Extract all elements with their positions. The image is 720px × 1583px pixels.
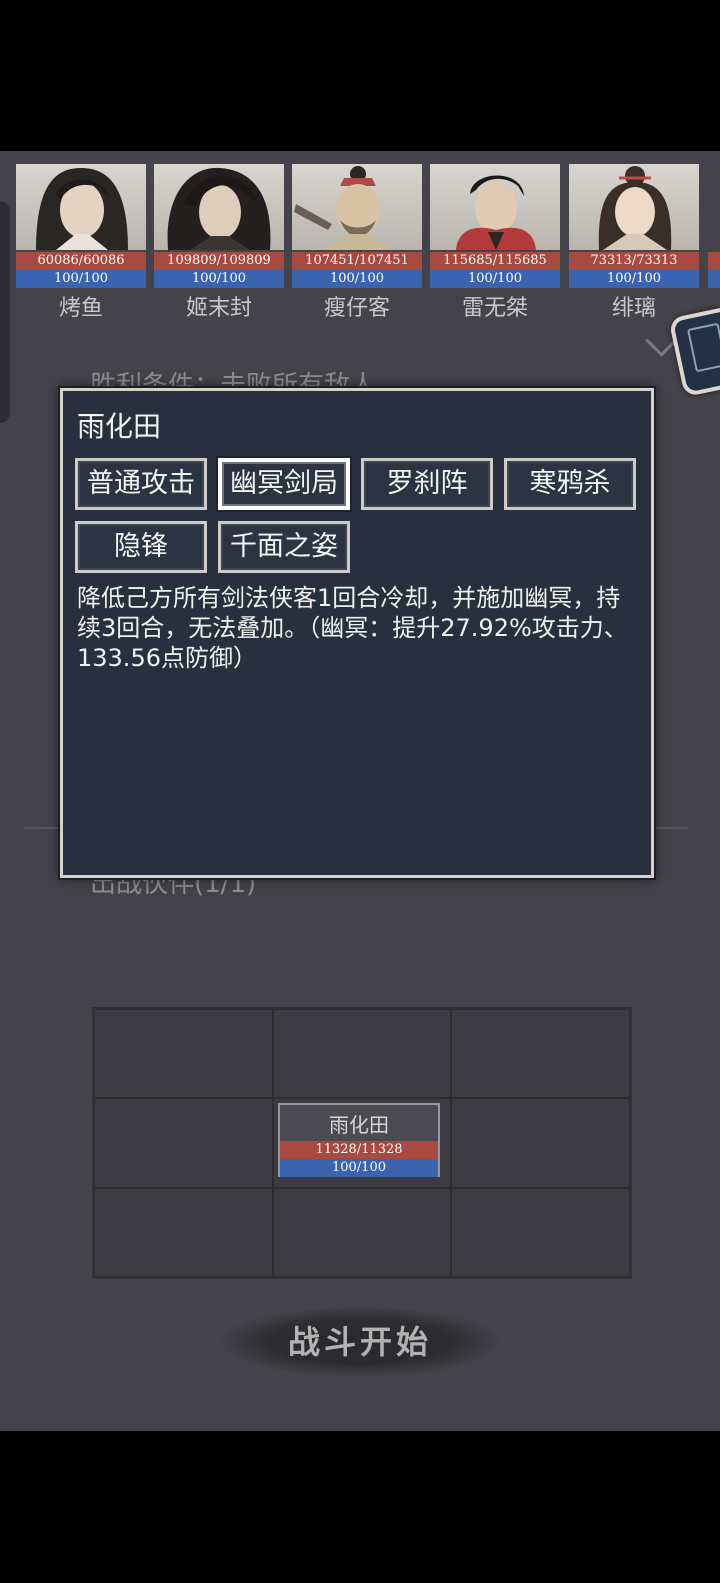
enemy-portrait bbox=[430, 164, 560, 250]
enemy-hp-bar: 73313/73313 bbox=[569, 252, 699, 270]
enemy-name: 雷无桀 bbox=[461, 296, 528, 321]
enemy-mp-bar: 100/100 bbox=[292, 270, 422, 288]
battle-setup-screen: 60086/60086 100/100 烤鱼 109809/109809 100… bbox=[0, 151, 720, 1431]
enemy-portrait bbox=[16, 164, 146, 250]
formation-slot[interactable] bbox=[94, 1009, 273, 1099]
enemy-card[interactable]: 107451/107451 100/100 瘦仔客 bbox=[292, 164, 422, 324]
skill-button-selected[interactable]: 幽冥剑局 bbox=[218, 458, 350, 510]
start-battle-button[interactable]: 战斗开始 bbox=[220, 1307, 500, 1377]
formation-slot[interactable] bbox=[94, 1098, 273, 1188]
formation-slot[interactable] bbox=[451, 1098, 630, 1188]
skill-button[interactable]: 罗刹阵 bbox=[361, 458, 493, 510]
enemy-card[interactable]: 109809/109809 100/100 姬末封 bbox=[154, 164, 284, 324]
enemy-portrait bbox=[292, 164, 422, 250]
enemy-hp-bar: 107451/107451 bbox=[292, 252, 422, 270]
enemy-portrait bbox=[154, 164, 284, 250]
side-drawer-handle[interactable] bbox=[0, 201, 10, 423]
formation-slot[interactable] bbox=[94, 1187, 273, 1277]
enemy-card-partial bbox=[708, 252, 720, 288]
enemy-name: 姬末封 bbox=[185, 296, 252, 321]
skill-popup: 雨化田 普通攻击 幽冥剑局 罗刹阵 寒鸦杀 隐锋 千面之姿 降低己方所有剑法侠客… bbox=[60, 388, 654, 878]
popup-title: 雨化田 bbox=[77, 410, 162, 443]
enemy-mp-bar: 100/100 bbox=[16, 270, 146, 288]
enemy-hp-bar: 115685/115685 bbox=[430, 252, 560, 270]
enemy-mp-bar: 100/100 bbox=[154, 270, 284, 288]
enemy-name: 瘦仔客 bbox=[323, 296, 390, 321]
enemy-portrait bbox=[569, 164, 699, 250]
skill-button[interactable]: 隐锋 bbox=[75, 521, 207, 573]
ally-hp-bar: 11328/11328 bbox=[280, 1141, 438, 1159]
skill-description: 降低己方所有剑法侠客1回合冷却，并施加幽冥，持续3回合，无法叠加。（幽冥：提升2… bbox=[77, 584, 628, 672]
book-icon[interactable] bbox=[668, 304, 720, 398]
formation-slot[interactable] bbox=[451, 1187, 630, 1277]
enemy-card[interactable]: 115685/115685 100/100 雷无桀 bbox=[430, 164, 560, 324]
ally-name: 雨化田 bbox=[329, 1113, 389, 1137]
enemy-hp-bar: 60086/60086 bbox=[16, 252, 146, 270]
skill-button[interactable]: 千面之姿 bbox=[218, 521, 350, 573]
enemy-card[interactable]: 60086/60086 100/100 烤鱼 bbox=[16, 164, 146, 324]
ally-card[interactable]: 雨化田 11328/11328 100/100 bbox=[278, 1103, 440, 1177]
enemy-name: 烤鱼 bbox=[58, 296, 103, 321]
enemy-hp-bar: 109809/109809 bbox=[154, 252, 284, 270]
formation-slot[interactable] bbox=[272, 1187, 452, 1277]
formation-slot[interactable] bbox=[451, 1009, 630, 1099]
enemy-mp-bar: 100/100 bbox=[430, 270, 560, 288]
start-battle-label: 战斗开始 bbox=[287, 1323, 432, 1361]
enemy-card[interactable]: 73313/73313 100/100 绯璃 bbox=[569, 164, 699, 324]
ally-mp-bar: 100/100 bbox=[280, 1159, 438, 1177]
skill-button[interactable]: 寒鸦杀 bbox=[504, 458, 636, 510]
skill-button-normal-attack[interactable]: 普通攻击 bbox=[75, 458, 207, 510]
enemy-mp-bar: 100/100 bbox=[569, 270, 699, 288]
formation-slot[interactable] bbox=[272, 1009, 452, 1099]
